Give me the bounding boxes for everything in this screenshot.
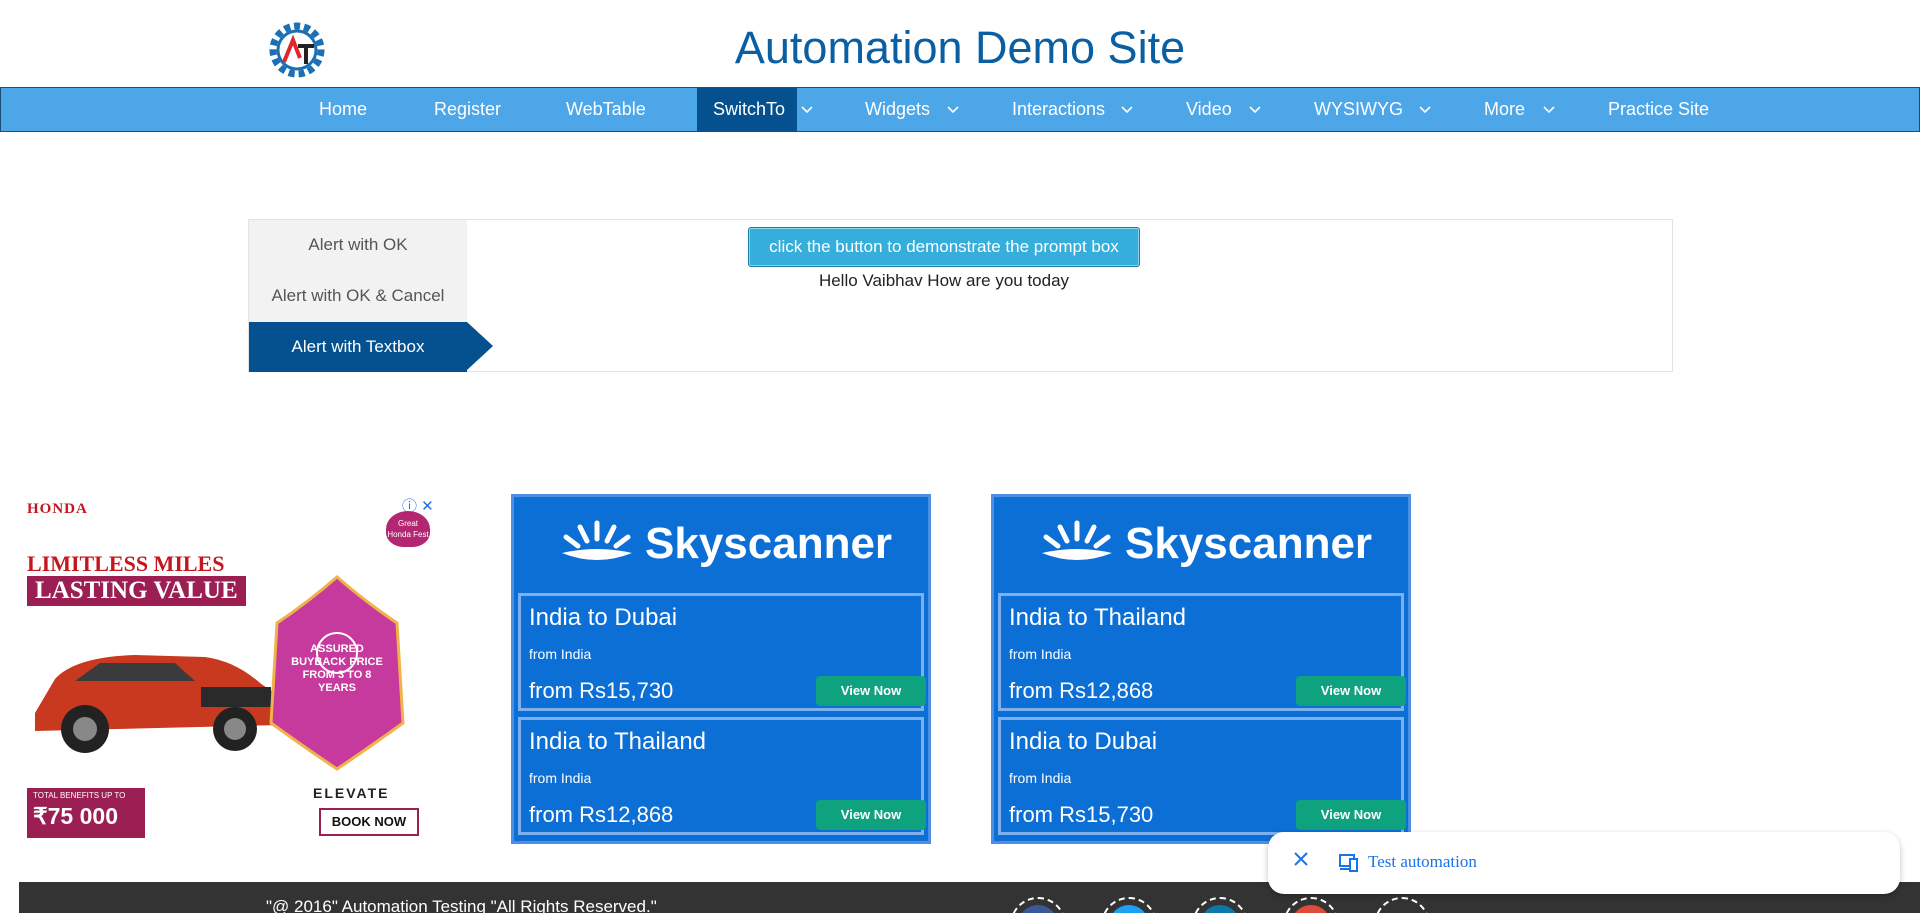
skyscanner-header: Skyscanner: [994, 497, 1408, 589]
skyscanner-logo-text: Skyscanner: [1125, 519, 1373, 568]
chevron-down-icon[interactable]: [943, 88, 963, 131]
nav-webtable[interactable]: WebTable: [550, 88, 662, 131]
honda-ad[interactable]: HONDA ⓘ ✕ Great Honda Fest LIMITLESS MIL…: [19, 493, 439, 845]
test-automation-link[interactable]: Test automation: [1368, 852, 1477, 872]
main-navbar: Home Register WebTable SwitchTo Widgets …: [0, 87, 1920, 132]
nav-widgets[interactable]: Widgets: [849, 88, 946, 131]
tab-alert-textbox[interactable]: Alert with Textbox: [249, 322, 467, 372]
skyscanner-logo-icon: [1042, 520, 1112, 560]
alert-panel: Alert with OK Alert with OK & Cancel Ale…: [248, 219, 1673, 372]
nav-register[interactable]: Register: [418, 88, 517, 131]
linkedin-icon[interactable]: [1192, 897, 1248, 913]
twitter-icon[interactable]: [1101, 897, 1157, 913]
floating-assistant-bar: Test automation: [1268, 832, 1900, 894]
skyscanner-logo-icon: [562, 520, 632, 560]
nav-switchto[interactable]: SwitchTo: [697, 88, 797, 131]
chevron-down-icon[interactable]: [1539, 88, 1559, 131]
skyscanner-logo-text: Skyscanner: [645, 519, 893, 568]
prompt-result-text: Hello Vaibhav How are you today: [818, 271, 1070, 290]
nav-practice-site[interactable]: Practice Site: [1592, 88, 1725, 131]
lantern-text: ASSURED BUYBACK PRICE FROM 3 TO 8 YEARS: [291, 643, 383, 694]
nav-wysiwyg[interactable]: WYSIWYG: [1298, 88, 1419, 131]
flight-card[interactable]: India to Thailand from India from Rs12,8…: [998, 593, 1406, 711]
facebook-icon[interactable]: [1010, 897, 1066, 913]
alert-tabs: Alert with OK Alert with OK & Cancel Ale…: [249, 220, 467, 372]
skyscanner-ad-2[interactable]: ▷✕ Skyscanner India to Thailand from Ind…: [991, 494, 1411, 844]
nav-interactions[interactable]: Interactions: [996, 88, 1121, 131]
close-icon[interactable]: [1290, 848, 1312, 870]
honda-badge: Great Honda Fest: [386, 511, 430, 547]
nav-home[interactable]: Home: [303, 88, 383, 131]
footer-copyright: "@ 2016" Automation Testing "All Rights …: [266, 897, 657, 913]
googleplus-icon[interactable]: [1283, 897, 1339, 913]
view-now-button[interactable]: View Now: [1296, 800, 1406, 830]
skyscanner-ad-1[interactable]: ▷✕ Skyscanner India to Dubai from India …: [511, 494, 931, 844]
prompt-button[interactable]: click the button to demonstrate the prom…: [748, 227, 1140, 267]
nav-video[interactable]: Video: [1170, 88, 1248, 131]
social-icon[interactable]: [1374, 897, 1430, 913]
chevron-down-icon[interactable]: [1415, 88, 1435, 131]
view-now-button[interactable]: View Now: [1296, 676, 1406, 706]
book-now-button[interactable]: BOOK NOW: [319, 808, 419, 836]
site-title: Automation Demo Site: [734, 22, 1186, 73]
active-tab-arrow: [467, 322, 493, 370]
honda-brand: HONDA: [27, 501, 88, 517]
chevron-down-icon[interactable]: [1245, 88, 1265, 131]
honda-headline-1: LIMITLESS MILES: [27, 551, 225, 576]
skyscanner-header: Skyscanner: [514, 497, 928, 589]
chevron-down-icon[interactable]: [797, 88, 817, 131]
flight-card[interactable]: India to Dubai from India from Rs15,730 …: [518, 593, 926, 711]
tab-alert-ok[interactable]: Alert with OK: [249, 220, 467, 270]
flight-card[interactable]: India to Thailand from India from Rs12,8…: [518, 717, 926, 835]
devices-icon: [1339, 854, 1358, 872]
view-now-button[interactable]: View Now: [816, 676, 926, 706]
chevron-down-icon[interactable]: [1117, 88, 1137, 131]
total-benefits: TOTAL BENEFITS UP TO ₹75 000: [27, 788, 145, 838]
flight-card[interactable]: India to Dubai from India from Rs15,730 …: [998, 717, 1406, 835]
honda-model: ELEVATE: [313, 785, 390, 801]
honda-headline-2: LASTING VALUE: [27, 576, 246, 606]
tab-alert-ok-cancel[interactable]: Alert with OK & Cancel: [249, 271, 467, 321]
car-image-icon: [35, 655, 280, 753]
nav-more[interactable]: More: [1468, 88, 1541, 131]
view-now-button[interactable]: View Now: [816, 800, 926, 830]
